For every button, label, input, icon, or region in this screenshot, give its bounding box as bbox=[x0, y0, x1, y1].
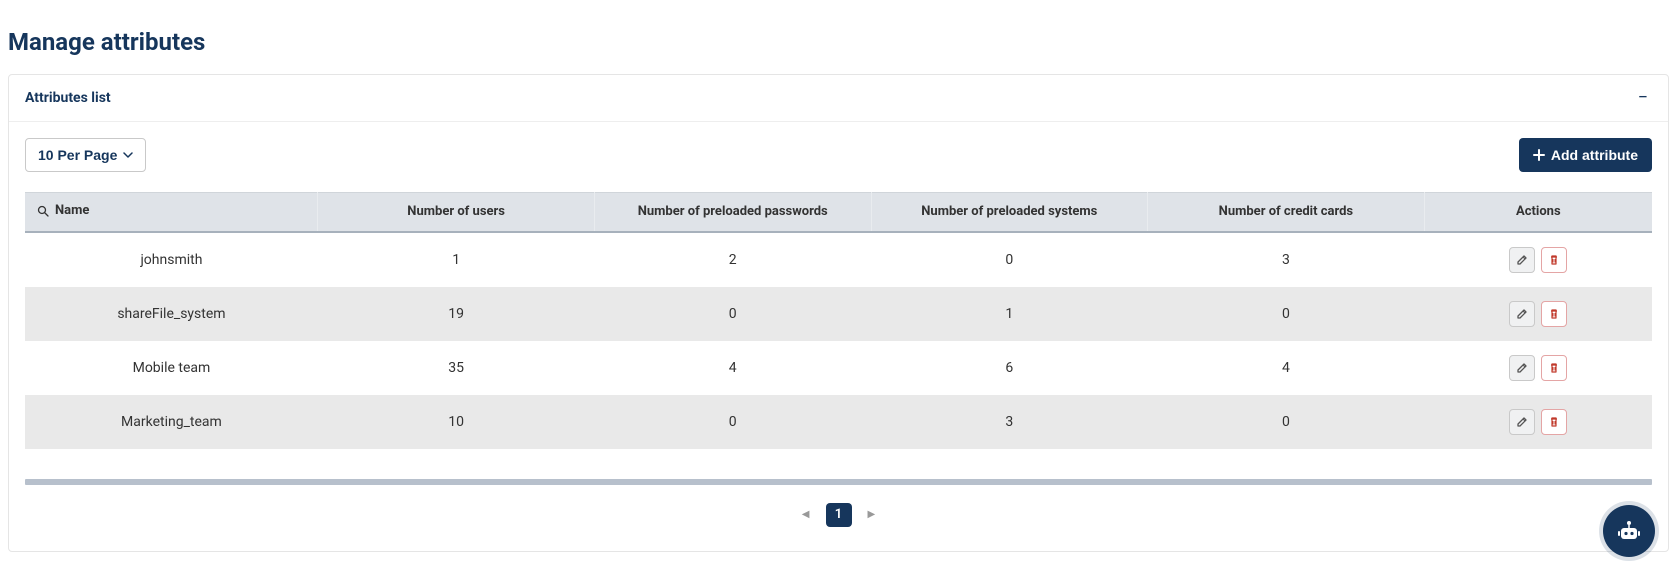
controls-row: 10 Per Page Add attribute bbox=[25, 138, 1652, 172]
add-attribute-button[interactable]: Add attribute bbox=[1519, 138, 1652, 172]
trash-icon bbox=[1548, 254, 1560, 266]
cell-name: Mobile team bbox=[25, 341, 318, 395]
cell-users: 19 bbox=[318, 287, 595, 341]
collapse-icon[interactable]: − bbox=[1634, 89, 1652, 107]
cell-users: 10 bbox=[318, 395, 595, 449]
per-page-button[interactable]: 10 Per Page bbox=[25, 138, 146, 172]
attributes-panel: Attributes list − 10 Per Page Add attrib… bbox=[8, 74, 1669, 552]
delete-button[interactable] bbox=[1541, 409, 1567, 435]
edit-icon bbox=[1516, 254, 1528, 266]
search-icon bbox=[37, 205, 49, 217]
bot-icon bbox=[1615, 517, 1643, 545]
col-header-name[interactable]: Name bbox=[25, 193, 318, 232]
cell-users: 35 bbox=[318, 341, 595, 395]
cell-preloaded-systems: 6 bbox=[871, 341, 1148, 395]
chatbot-button[interactable] bbox=[1603, 505, 1655, 557]
cell-name: shareFile_system bbox=[25, 287, 318, 341]
table-row: shareFile_system19010 bbox=[25, 287, 1652, 341]
cell-name: Marketing_team bbox=[25, 395, 318, 449]
chevron-down-icon bbox=[123, 152, 133, 158]
table-row: Mobile team35464 bbox=[25, 341, 1652, 395]
plus-icon bbox=[1533, 149, 1545, 161]
actions-wrap bbox=[1436, 301, 1640, 327]
page-title: Manage attributes bbox=[8, 28, 1669, 56]
col-header-name-label: Name bbox=[55, 203, 89, 218]
delete-button[interactable] bbox=[1541, 301, 1567, 327]
edit-button[interactable] bbox=[1509, 247, 1535, 273]
edit-icon bbox=[1516, 362, 1528, 374]
edit-button[interactable] bbox=[1509, 409, 1535, 435]
table-row: Marketing_team10030 bbox=[25, 395, 1652, 449]
per-page-label: 10 Per Page bbox=[38, 147, 117, 163]
table-row: johnsmith1203 bbox=[25, 232, 1652, 287]
cell-credit-cards: 4 bbox=[1148, 341, 1425, 395]
attributes-table: Name Number of users Number of preloaded… bbox=[25, 192, 1652, 449]
col-header-actions: Actions bbox=[1424, 193, 1652, 232]
cell-preloaded-passwords: 0 bbox=[594, 287, 871, 341]
pagination-next-icon[interactable]: ▶ bbox=[868, 509, 876, 520]
trash-icon bbox=[1548, 416, 1560, 428]
edit-icon bbox=[1516, 308, 1528, 320]
actions-wrap bbox=[1436, 355, 1640, 381]
pagination-prev-icon[interactable]: ◀ bbox=[802, 509, 810, 520]
cell-actions bbox=[1424, 395, 1652, 449]
cell-preloaded-passwords: 0 bbox=[594, 395, 871, 449]
col-header-users[interactable]: Number of users bbox=[318, 193, 595, 232]
panel-title: Attributes list bbox=[25, 90, 111, 106]
cell-credit-cards: 0 bbox=[1148, 395, 1425, 449]
add-attribute-label: Add attribute bbox=[1551, 147, 1638, 163]
cell-actions bbox=[1424, 232, 1652, 287]
actions-wrap bbox=[1436, 409, 1640, 435]
pagination-page-1[interactable]: 1 bbox=[826, 503, 852, 527]
cell-preloaded-systems: 1 bbox=[871, 287, 1148, 341]
panel-header: Attributes list − bbox=[9, 75, 1668, 122]
scrollbar-track[interactable] bbox=[25, 479, 1652, 485]
trash-icon bbox=[1548, 362, 1560, 374]
panel-body: 10 Per Page Add attribute bbox=[9, 122, 1668, 551]
actions-wrap bbox=[1436, 247, 1640, 273]
cell-preloaded-passwords: 4 bbox=[594, 341, 871, 395]
col-header-credit-cards[interactable]: Number of credit cards bbox=[1148, 193, 1425, 232]
edit-icon bbox=[1516, 416, 1528, 428]
cell-preloaded-systems: 0 bbox=[871, 232, 1148, 287]
edit-button[interactable] bbox=[1509, 355, 1535, 381]
cell-actions bbox=[1424, 341, 1652, 395]
cell-credit-cards: 0 bbox=[1148, 287, 1425, 341]
cell-preloaded-passwords: 2 bbox=[594, 232, 871, 287]
col-header-preloaded-passwords[interactable]: Number of preloaded passwords bbox=[594, 193, 871, 232]
cell-preloaded-systems: 3 bbox=[871, 395, 1148, 449]
edit-button[interactable] bbox=[1509, 301, 1535, 327]
cell-actions bbox=[1424, 287, 1652, 341]
cell-credit-cards: 3 bbox=[1148, 232, 1425, 287]
delete-button[interactable] bbox=[1541, 355, 1567, 381]
col-header-preloaded-systems[interactable]: Number of preloaded systems bbox=[871, 193, 1148, 232]
pagination: ◀ 1 ▶ bbox=[25, 503, 1652, 527]
trash-icon bbox=[1548, 308, 1560, 320]
cell-name: johnsmith bbox=[25, 232, 318, 287]
delete-button[interactable] bbox=[1541, 247, 1567, 273]
cell-users: 1 bbox=[318, 232, 595, 287]
